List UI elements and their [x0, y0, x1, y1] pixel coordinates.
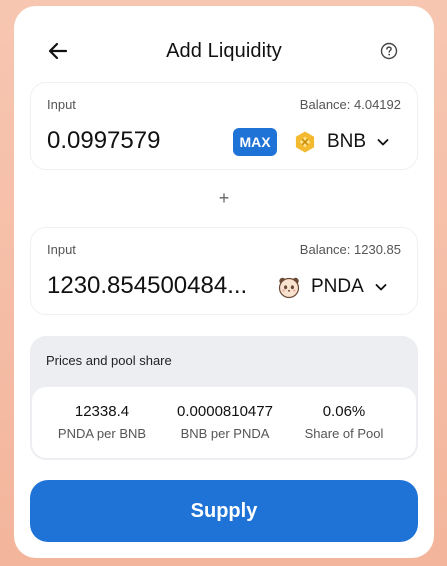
plus-sign: +	[218, 188, 230, 208]
input-b-label: Input	[47, 242, 76, 257]
stat-bnb-per-pnda: 0.0000810477 BNB per PNDA	[160, 403, 290, 441]
input-a-label: Input	[47, 97, 76, 112]
stat-value: 0.06%	[322, 403, 366, 420]
input-a-balance: Balance: 4.04192	[299, 97, 401, 112]
stat-pnda-per-bnb: 12338.4 PNDA per BNB	[37, 403, 167, 441]
stat-value: 0.0000810477	[177, 403, 273, 420]
input-panel-a: Input Balance: 4.04192 0.0997579 MAX BNB	[30, 82, 418, 170]
page-title: Add Liquidity	[166, 40, 282, 62]
input-b-amount[interactable]: 1230.854500484...	[47, 272, 247, 300]
chevron-down-icon	[375, 284, 387, 291]
stat-value: 12338.4	[74, 403, 130, 420]
bnb-token-icon	[293, 130, 317, 154]
token-select-a[interactable]: BNB	[293, 127, 390, 157]
token-b-symbol: PNDA	[311, 276, 364, 297]
help-button[interactable]	[380, 42, 398, 60]
stat-label: PNDA per BNB	[57, 426, 147, 441]
token-select-b[interactable]: PNDA	[277, 272, 388, 302]
input-b-balance: Balance: 1230.85	[299, 242, 401, 257]
panda-token-icon	[278, 277, 300, 299]
prices-title: Prices and pool share	[46, 353, 172, 368]
input-a-amount[interactable]: 0.0997579	[47, 127, 160, 155]
add-liquidity-card: Add Liquidity Input Balance: 4.04192 0.0…	[14, 6, 434, 558]
question-circle-icon	[380, 42, 398, 60]
header: Add Liquidity	[14, 34, 434, 74]
supply-button[interactable]: Supply	[30, 480, 418, 542]
prices-stats: 12338.4 PNDA per BNB 0.0000810477 BNB pe…	[31, 386, 417, 459]
max-button[interactable]: MAX	[233, 128, 277, 156]
prices-panel: Prices and pool share 12338.4 PNDA per B…	[30, 336, 418, 460]
stat-share-of-pool: 0.06% Share of Pool	[279, 403, 409, 441]
stat-label: BNB per PNDA	[180, 426, 270, 441]
stat-label: Share of Pool	[304, 426, 384, 441]
chevron-down-icon	[377, 139, 389, 146]
token-a-symbol: BNB	[327, 131, 367, 152]
input-panel-b: Input Balance: 1230.85 1230.854500484...…	[30, 227, 418, 315]
